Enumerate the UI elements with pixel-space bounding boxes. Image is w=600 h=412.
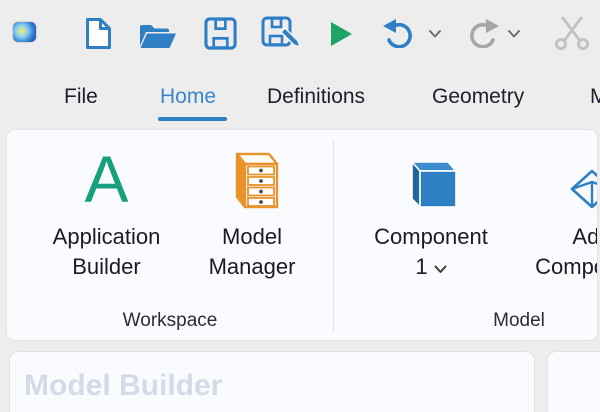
model-manager-button[interactable]: Model Manager [182,138,322,282]
chevron-down-icon [507,29,521,39]
application-builder-a-icon: A [84,144,128,210]
save-as-icon [261,16,302,50]
save-as-button[interactable] [261,16,302,50]
tab-materials[interactable]: Materials [590,85,600,109]
comsol-logo-icon[interactable] [13,22,36,42]
redo-button[interactable] [462,18,500,48]
add-component-label-line2: Component [535,252,597,282]
add-component-label-line1: Add [535,222,597,252]
redo-arrow-icon [462,18,500,48]
new-file-button[interactable] [84,17,113,50]
adjacent-panel [548,352,600,412]
open-folder-icon [138,20,177,50]
component-cube-icon [404,144,459,210]
chevron-down-icon [434,265,447,274]
add-component-icon [569,144,597,210]
cut-button[interactable] [552,15,592,51]
save-button[interactable] [204,17,237,50]
component-1-button[interactable]: Component 1 [364,138,498,282]
model-group-label: Model [334,310,597,332]
open-file-button[interactable] [138,20,177,50]
active-tab-underline [158,117,227,121]
scissors-icon [552,15,592,51]
component-label-line2: 1 [415,254,427,279]
model-builder-title: Model Builder [24,369,534,403]
redo-dropdown-button[interactable] [507,29,521,39]
save-icon [204,17,237,50]
model-manager-label-line1: Model [209,222,296,252]
run-button[interactable] [329,21,353,47]
ribbon-panel: A Application Builder Model [7,130,597,340]
chevron-down-icon [428,29,442,39]
component-label-line1: Component [374,222,488,252]
tab-definitions[interactable]: Definitions [267,85,365,109]
workspace-group-label: Workspace [7,310,333,332]
undo-button[interactable] [382,18,420,48]
tab-file[interactable]: File [64,85,98,109]
undo-arrow-icon [382,18,420,48]
group-divider [333,140,334,332]
tab-geometry[interactable]: Geometry [432,85,524,109]
new-file-icon [84,17,113,50]
application-builder-label-line1: Application [53,222,161,252]
model-manager-cabinet-icon [224,144,281,210]
application-builder-label-line2: Builder [53,252,161,282]
application-builder-button[interactable]: A Application Builder [29,138,184,282]
run-play-icon [329,21,353,47]
model-manager-label-line2: Manager [209,252,296,282]
undo-dropdown-button[interactable] [428,29,442,39]
tab-home[interactable]: Home [160,85,216,109]
model-builder-panel: Model Builder [10,352,534,412]
add-component-button[interactable]: Add Component [525,138,597,282]
